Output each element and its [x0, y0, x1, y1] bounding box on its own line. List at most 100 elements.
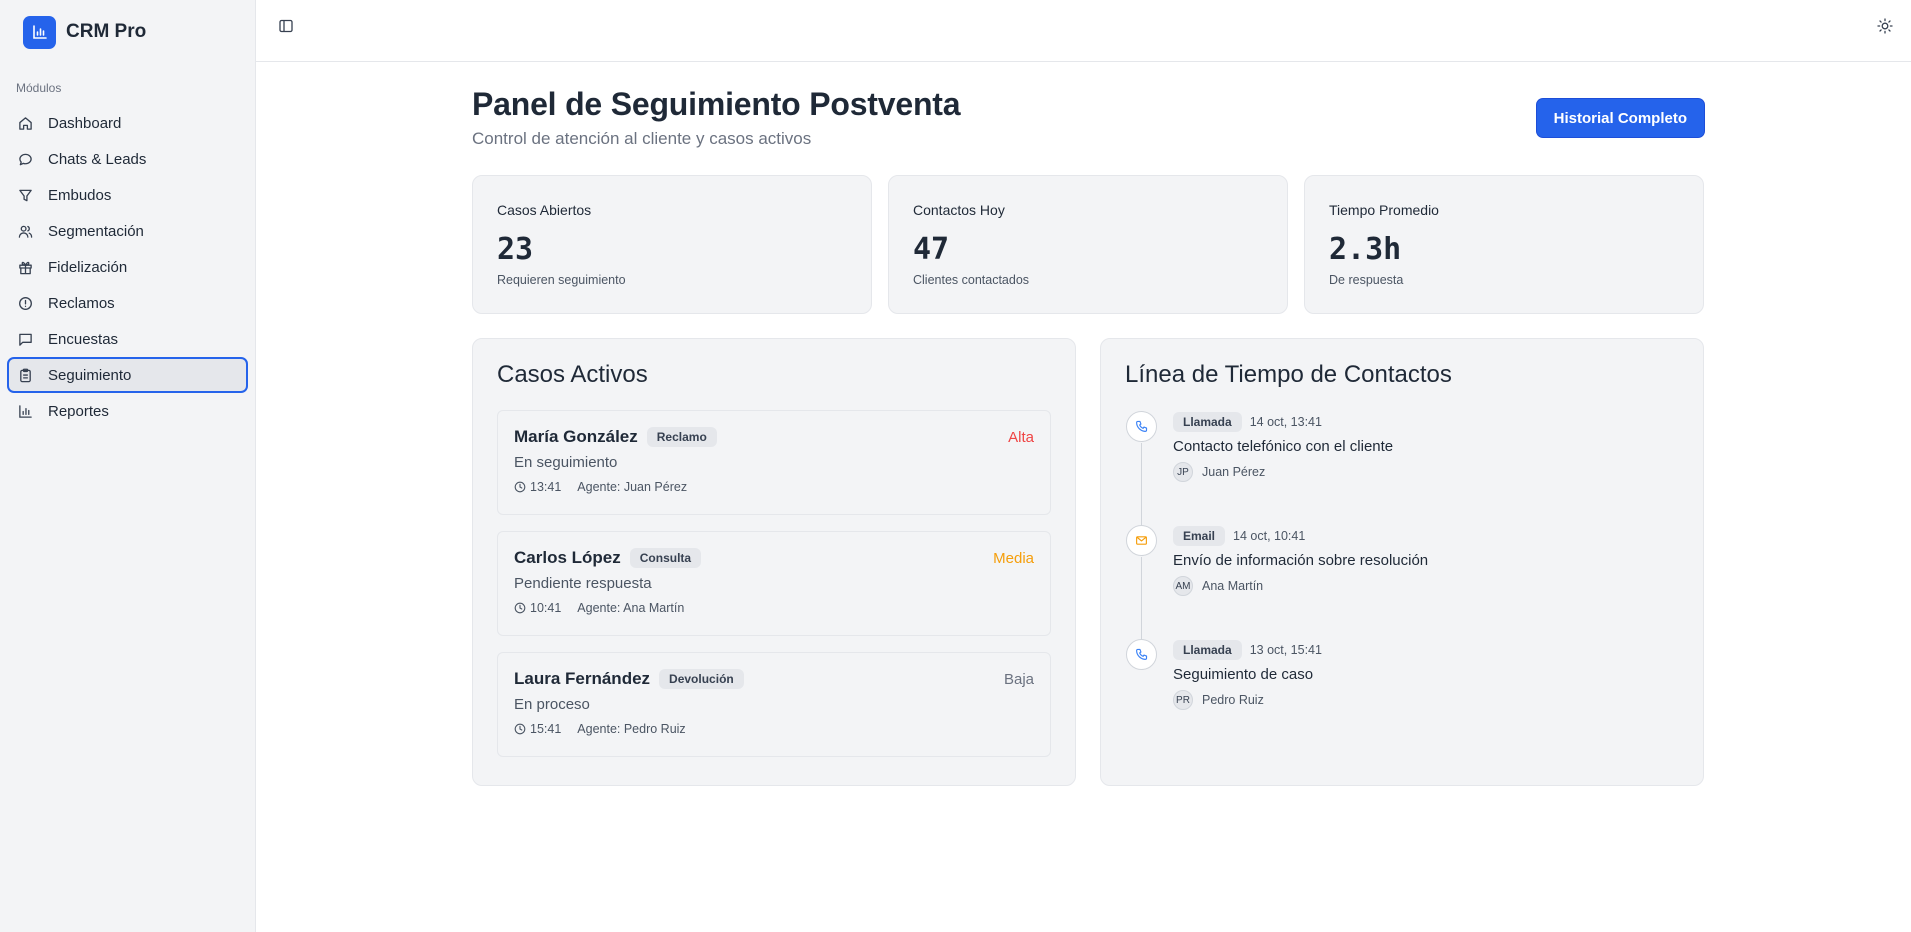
alert-circle-icon	[18, 295, 34, 311]
sidebar-item-label: Reportes	[48, 402, 109, 420]
message-square-icon	[18, 331, 34, 347]
logo-chart-icon	[23, 15, 56, 49]
bar-chart-icon	[18, 403, 34, 419]
contact-time: 14 oct, 10:41	[1233, 528, 1306, 543]
case-time: 15:41	[530, 722, 562, 736]
contact-time: 14 oct, 13:41	[1249, 414, 1322, 429]
timeline: Llamada 14 oct, 13:41 Contacto telefónic…	[1125, 411, 1679, 753]
panel-title: Línea de Tiempo de Contactos	[1125, 361, 1452, 388]
sidebar-item-dashboard[interactable]: Dashboard	[7, 105, 248, 141]
case-status: En seguimiento	[514, 454, 618, 471]
case-agent: Agente: Juan Pérez	[577, 480, 688, 494]
avatar: JP	[1173, 462, 1193, 482]
case-time: 13:41	[530, 480, 562, 494]
contact-agent: Pedro Ruiz	[1202, 693, 1264, 707]
case-status: Pendiente respuesta	[514, 575, 652, 592]
contact-type-badge: Llamada	[1173, 639, 1242, 660]
sidebar-item-fidelizacion[interactable]: Fidelización	[7, 249, 248, 285]
sidebar-item-embudos[interactable]: Embudos	[7, 177, 248, 213]
stat-subtitle: Clientes contactados	[913, 273, 1030, 287]
sidebar-item-chats-leads[interactable]: Chats & Leads	[7, 141, 248, 177]
sidebar-item-label: Segmentación	[48, 222, 144, 240]
contact-description: Seguimiento de caso	[1173, 666, 1314, 683]
panel-title: Casos Activos	[497, 361, 648, 388]
lower-panels: Casos Activos María González Reclamo Alt…	[472, 338, 1704, 786]
sidebar-toggle-icon[interactable]	[278, 18, 296, 36]
timeline-item: Llamada 14 oct, 13:41 Contacto telefónic…	[1125, 411, 1679, 525]
case-type-badge: Consulta	[629, 548, 702, 568]
clipboard-icon	[18, 367, 34, 383]
avatar: PR	[1173, 690, 1193, 710]
users-icon	[18, 223, 34, 239]
stat-title: Tiempo Promedio	[1329, 202, 1439, 218]
case-status: En proceso	[514, 696, 590, 713]
contact-type-badge: Llamada	[1173, 411, 1242, 432]
contact-time: 13 oct, 15:41	[1249, 642, 1322, 657]
stat-value: 47	[913, 232, 950, 267]
stat-value: 23	[497, 232, 534, 267]
case-priority: Baja	[1003, 671, 1034, 688]
stat-title: Casos Abiertos	[497, 202, 592, 218]
phone-icon	[1126, 639, 1157, 670]
sidebar-item-label: Embudos	[48, 186, 112, 204]
sidebar-nav: Dashboard Chats & Leads Embudos Segmenta…	[0, 105, 255, 429]
sidebar-item-seguimiento[interactable]: Seguimiento	[7, 357, 248, 393]
app-name: CRM Pro	[66, 21, 147, 42]
funnel-icon	[18, 187, 34, 203]
case-priority: Alta	[1008, 429, 1034, 446]
case-priority: Media	[993, 550, 1034, 567]
brand[interactable]: CRM Pro	[0, 0, 255, 64]
case-type-badge: Devolución	[659, 669, 744, 689]
chat-icon	[18, 151, 34, 167]
history-button[interactable]: Historial Completo	[1536, 99, 1704, 137]
sidebar-item-label: Reclamos	[48, 294, 115, 312]
case-card[interactable]: Carlos López Consulta Media Pendiente re…	[497, 531, 1051, 636]
case-agent: Agente: Ana Martín	[577, 601, 685, 615]
contact-agent: Juan Pérez	[1202, 465, 1266, 479]
stat-card-contacts-today: Contactos Hoy 47 Clientes contactados	[888, 175, 1288, 314]
stat-subtitle: Requieren seguimiento	[497, 273, 626, 287]
contact-description: Contacto telefónico con el cliente	[1173, 438, 1394, 455]
case-agent: Agente: Pedro Ruiz	[577, 722, 686, 736]
timeline-item: Llamada 13 oct, 15:41 Seguimiento de cas…	[1125, 639, 1679, 753]
sidebar-item-label: Fidelización	[48, 258, 128, 276]
sidebar-item-label: Dashboard	[48, 114, 122, 132]
page-subtitle: Control de atención al cliente y casos a…	[472, 129, 812, 148]
stat-subtitle: De respuesta	[1329, 273, 1404, 287]
phone-icon	[1126, 411, 1157, 442]
mail-icon	[1126, 525, 1157, 556]
case-time: 10:41	[530, 601, 562, 615]
clock-icon	[514, 481, 526, 493]
stat-card-open-cases: Casos Abiertos 23 Requieren seguimiento	[472, 175, 872, 314]
sidebar-section-label: Módulos	[16, 81, 62, 95]
sidebar-item-label: Chats & Leads	[48, 150, 147, 168]
sidebar: CRM Pro Módulos Dashboard Chats & Leads …	[0, 0, 256, 932]
case-customer-name: María González	[514, 427, 638, 446]
timeline-item: Email 14 oct, 10:41 Envío de información…	[1125, 525, 1679, 639]
contacts-timeline-panel: Línea de Tiempo de Contactos Llamada 14 …	[1100, 338, 1704, 786]
sidebar-item-encuestas[interactable]: Encuestas	[7, 321, 248, 357]
stat-title: Contactos Hoy	[913, 202, 1005, 218]
sidebar-item-label: Encuestas	[48, 330, 119, 348]
main-content: Panel de Seguimiento Postventa Control d…	[472, 62, 1704, 786]
clock-icon	[514, 602, 526, 614]
stat-value: 2.3h	[1329, 232, 1402, 267]
case-card[interactable]: María González Reclamo Alta En seguimien…	[497, 410, 1051, 515]
sun-icon[interactable]	[1877, 18, 1895, 36]
stat-card-average-time: Tiempo Promedio 2.3h De respuesta	[1304, 175, 1704, 314]
case-card[interactable]: Laura Fernández Devolución Baja En proce…	[497, 652, 1051, 757]
page-title: Panel de Seguimiento Postventa	[472, 86, 961, 122]
active-cases-panel: Casos Activos María González Reclamo Alt…	[472, 338, 1076, 786]
case-customer-name: Carlos López	[514, 548, 621, 567]
contact-type-badge: Email	[1173, 525, 1226, 546]
stats-row: Casos Abiertos 23 Requieren seguimiento …	[472, 175, 1704, 314]
sidebar-item-reportes[interactable]: Reportes	[7, 393, 248, 429]
avatar: AM	[1173, 576, 1193, 596]
case-type-badge: Reclamo	[646, 427, 717, 447]
contact-agent: Ana Martín	[1202, 579, 1264, 593]
gift-icon	[18, 259, 34, 275]
topbar	[256, 0, 1911, 62]
sidebar-item-reclamos[interactable]: Reclamos	[7, 285, 248, 321]
sidebar-item-segmentacion[interactable]: Segmentación	[7, 213, 248, 249]
case-customer-name: Laura Fernández	[514, 669, 651, 688]
